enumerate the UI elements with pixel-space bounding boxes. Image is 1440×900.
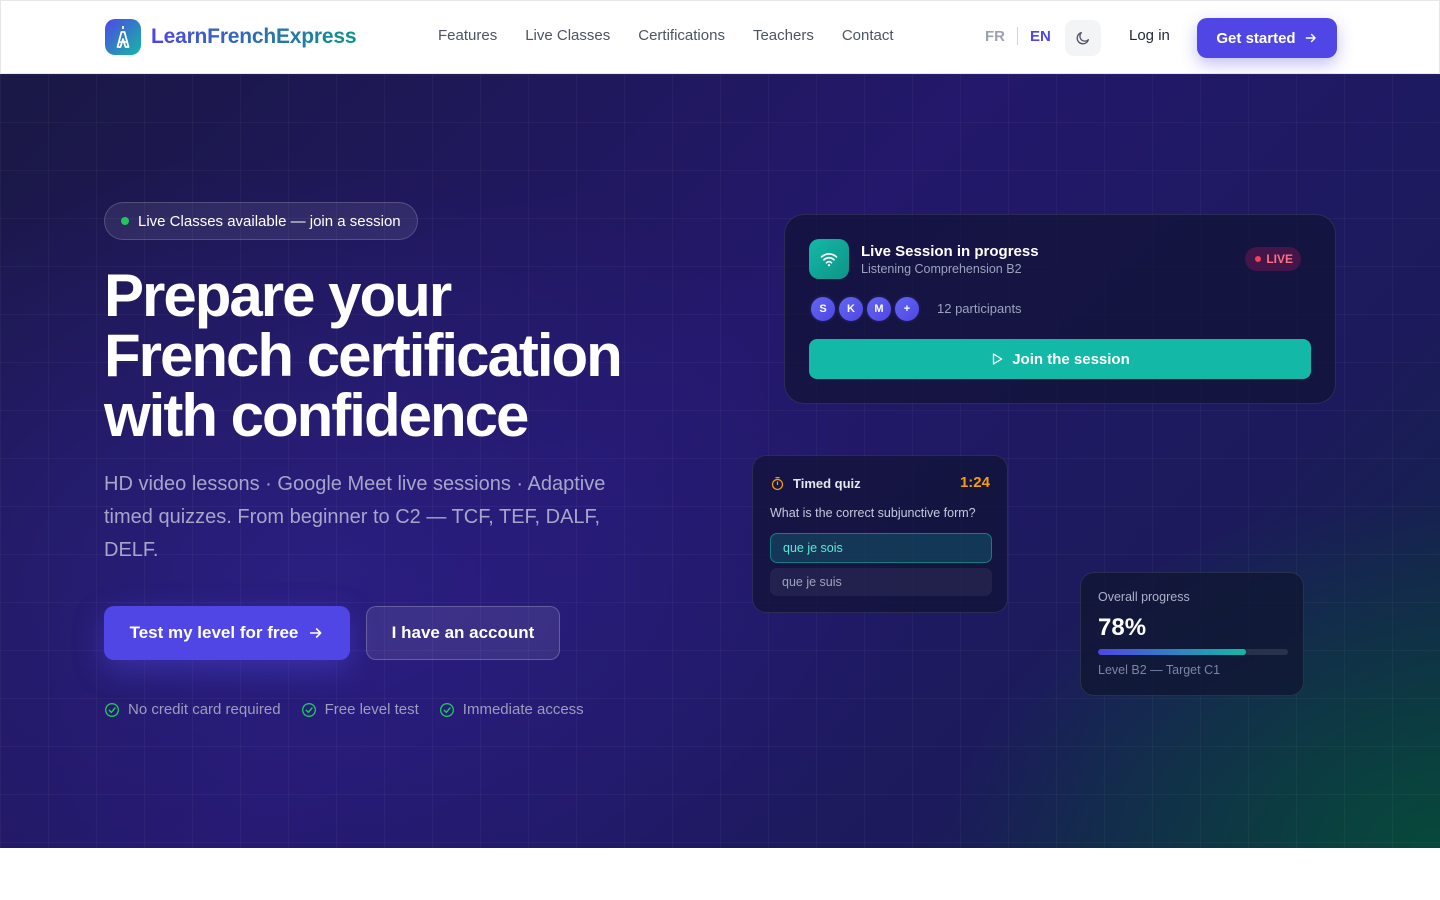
language-switcher: FR EN (985, 27, 1051, 45)
progress-label: Overall progress (1098, 590, 1190, 604)
nav-features[interactable]: Features (438, 27, 497, 44)
nav-contact[interactable]: Contact (842, 27, 894, 44)
timed-quiz-card: Timed quiz 1:24 What is the correct subj… (752, 455, 1008, 613)
join-session-button[interactable]: Join the session (809, 339, 1311, 379)
arrow-right-icon (1305, 33, 1316, 43)
eiffel-tower-logo-icon (105, 19, 141, 55)
hero-subtitle: HD video lessons · Google Meet live sess… (104, 473, 606, 561)
login-link[interactable]: Log in (1129, 27, 1170, 44)
headline-line-1: Prepare your (104, 262, 452, 329)
test-level-button[interactable]: Test my level for free (104, 606, 350, 660)
headline-line-3: with confidence (104, 382, 529, 449)
headline-line-2: French certification (104, 322, 623, 389)
site-header: LearnFrenchExpress Features Live Classes… (0, 0, 1440, 74)
overall-progress-card: Overall progress 78% Level B2 — Target C… (1080, 572, 1304, 696)
progress-value: 78% (1098, 614, 1147, 641)
avatar-more: + (893, 295, 921, 323)
background-grid (0, 74, 1440, 848)
benefit-label: No credit card required (128, 701, 281, 718)
quiz-title: Timed quiz (793, 476, 861, 491)
main-nav: Features Live Classes Certifications Tea… (438, 27, 894, 44)
live-classes-badge[interactable]: Live Classes available — join a session (104, 202, 418, 240)
join-session-label: Join the session (1012, 350, 1130, 368)
status-dot-icon (121, 217, 129, 225)
dark-mode-toggle[interactable] (1065, 20, 1101, 56)
quiz-option-selected[interactable]: que je sois (770, 533, 992, 563)
wifi-icon (809, 239, 849, 279)
avatar: S (809, 295, 837, 323)
get-started-button[interactable]: Get started (1197, 18, 1337, 58)
moon-icon (1076, 31, 1089, 45)
benefits-list: No credit card required Free level test … (104, 701, 584, 718)
live-dot-icon (1255, 256, 1262, 262)
hero-section: Live Classes available — join a session … (0, 74, 1440, 848)
brand-name: LearnFrenchExpress (151, 25, 357, 48)
live-badge-label: LIVE (1266, 252, 1293, 266)
nav-live-classes[interactable]: Live Classes (525, 27, 610, 44)
check-circle-icon (439, 702, 454, 717)
participant-avatars: S K M + (809, 295, 921, 323)
nav-certifications[interactable]: Certifications (638, 27, 725, 44)
quiz-question: What is the correct subjunctive form? (770, 506, 976, 520)
stopwatch-icon (771, 476, 784, 491)
participants-count: 12 participants (937, 301, 1022, 316)
check-circle-icon (301, 702, 316, 717)
nav-teachers[interactable]: Teachers (753, 27, 814, 44)
live-classes-badge-label: Live Classes available — join a session (138, 212, 401, 230)
benefit-item: Immediate access (439, 701, 584, 718)
lang-fr[interactable]: FR (985, 28, 1005, 45)
avatar: K (837, 295, 865, 323)
progress-target: Level B2 — Target C1 (1098, 663, 1221, 677)
live-badge: LIVE (1245, 247, 1301, 271)
test-level-label: Test my level for free (129, 623, 299, 642)
get-started-label: Get started (1216, 29, 1296, 47)
benefit-label: Immediate access (462, 701, 584, 718)
brand[interactable]: LearnFrenchExpress (105, 19, 357, 55)
benefit-item: Free level test (301, 701, 419, 718)
check-circle-icon (105, 702, 119, 717)
benefit-label: Free level test (324, 701, 419, 718)
quiz-timer: 1:24 (959, 474, 990, 491)
arrow-right-icon (310, 628, 322, 638)
live-session-title: Live Session in progress (861, 243, 1039, 260)
play-icon (993, 353, 1003, 365)
quiz-header: Timed quiz (770, 476, 861, 491)
hero-headline: Prepare your French certification with c… (104, 266, 704, 446)
quiz-option[interactable]: que je suis (770, 568, 992, 596)
lang-en[interactable]: EN (1030, 28, 1051, 45)
avatar: M (865, 295, 893, 323)
progress-bar (1098, 649, 1288, 655)
live-session-card: Live Session in progress Listening Compr… (784, 214, 1336, 404)
benefit-item: No credit card required (104, 701, 281, 718)
progress-bar-fill (1098, 649, 1247, 655)
live-session-subtitle: Listening Comprehension B2 (861, 262, 1022, 276)
have-account-button[interactable]: I have an account (366, 606, 560, 660)
lang-divider (1017, 27, 1018, 45)
